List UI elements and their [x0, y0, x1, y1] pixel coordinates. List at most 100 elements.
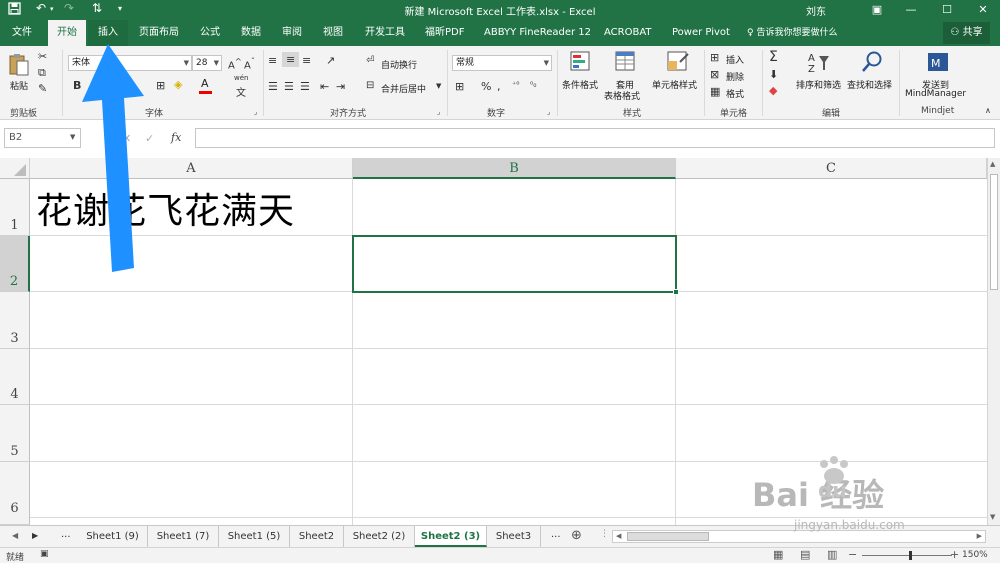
format-painter-icon[interactable]: ✎: [38, 82, 47, 95]
merge-center-button[interactable]: 合并后居中: [381, 82, 426, 95]
find-select-icon[interactable]: [860, 50, 884, 74]
conditional-format-button[interactable]: 条件格式: [562, 78, 598, 91]
select-all-corner[interactable]: [0, 158, 30, 179]
format-cells-button[interactable]: 格式: [726, 87, 744, 100]
align-middle-icon[interactable]: ≡: [282, 52, 300, 67]
row-header-6[interactable]: 6: [0, 462, 30, 525]
find-select-button[interactable]: 查找和选择: [847, 78, 892, 91]
fill-handle[interactable]: [673, 289, 679, 295]
mindmanager-icon[interactable]: M: [926, 50, 950, 74]
zoom-in-icon[interactable]: +: [950, 548, 959, 561]
conditional-format-icon[interactable]: [569, 50, 593, 74]
font-name-select[interactable]: 宋体 ▼: [68, 55, 192, 71]
delete-cells-button[interactable]: 删除: [726, 70, 744, 83]
align-top-icon[interactable]: ≡: [268, 54, 277, 67]
more-sheets-left[interactable]: ...: [61, 529, 71, 540]
paste-button[interactable]: 粘贴: [10, 79, 28, 92]
align-center-icon[interactable]: ☰: [284, 80, 294, 93]
format-cells-icon[interactable]: ▦: [710, 85, 720, 98]
sheet-tab[interactable]: Sheet1 (7): [148, 526, 219, 547]
maximize-icon[interactable]: ☐: [930, 0, 964, 20]
sort-filter-icon[interactable]: AZ: [807, 50, 831, 75]
tell-me-box[interactable]: ♀ 告诉我你想要做什么: [747, 20, 837, 46]
tab-view[interactable]: 视图: [323, 20, 343, 46]
column-header-b[interactable]: B: [353, 158, 676, 179]
tab-home[interactable]: 开始: [48, 20, 86, 46]
grow-font-icon[interactable]: A^: [228, 56, 242, 71]
formula-input[interactable]: [195, 128, 995, 148]
send-to-line2[interactable]: MindManager: [905, 89, 966, 99]
page-break-view-icon[interactable]: ▥: [827, 548, 837, 561]
cell-a1-text[interactable]: 花谢花飞花满天: [36, 182, 295, 234]
selected-cell-b2[interactable]: [352, 235, 677, 293]
percent-icon[interactable]: %: [481, 80, 491, 93]
tab-split-icon[interactable]: ⋮: [600, 529, 609, 539]
vertical-scrollbar[interactable]: ▲ ▼: [987, 158, 1000, 525]
clear-icon[interactable]: ◆: [769, 84, 777, 97]
sheet-tab-active[interactable]: Sheet2 (3): [415, 526, 487, 547]
tab-power-pivot[interactable]: Power Pivot: [672, 20, 730, 46]
tab-insert[interactable]: 插入: [88, 20, 128, 46]
wrap-text-button[interactable]: 自动换行: [381, 58, 417, 71]
scroll-up-icon[interactable]: ▲: [990, 160, 995, 168]
font-size-select[interactable]: 28 ▼: [192, 55, 222, 71]
tab-file[interactable]: 文件: [12, 20, 32, 46]
tab-data[interactable]: 数据: [241, 20, 261, 46]
align-left-icon[interactable]: ☰: [268, 80, 278, 93]
enter-icon[interactable]: ✓: [145, 132, 154, 145]
ribbon-display-icon[interactable]: ▣: [860, 0, 894, 20]
sheet-tab[interactable]: Sheet2 (2): [344, 526, 415, 547]
wrap-text-icon[interactable]: ⏎: [366, 55, 374, 66]
font-color-icon[interactable]: A: [201, 77, 209, 90]
sheet-tab[interactable]: Sheet2: [290, 526, 344, 547]
more-sheets-right[interactable]: ...: [551, 529, 561, 540]
zoom-slider[interactable]: [862, 555, 952, 556]
paste-icon[interactable]: [8, 52, 30, 78]
format-as-table-icon[interactable]: [614, 50, 638, 74]
share-button[interactable]: ⚇ 共享: [943, 22, 990, 44]
chevron-down-icon[interactable]: ▼: [436, 82, 441, 90]
tab-review[interactable]: 审阅: [282, 20, 302, 46]
row-header-2[interactable]: 2: [0, 236, 30, 292]
number-dialog-launcher-icon[interactable]: ⌟: [547, 108, 550, 116]
borders-icon[interactable]: ⊞: [156, 79, 165, 92]
cell-styles-button[interactable]: 单元格样式: [652, 78, 697, 91]
sheet-tab[interactable]: Sheet1 (9): [78, 526, 148, 547]
collapse-ribbon-icon[interactable]: ∧: [985, 106, 991, 115]
comma-style-icon[interactable]: ,: [497, 80, 501, 93]
column-header-c[interactable]: C: [676, 158, 987, 179]
normal-view-icon[interactable]: ▦: [773, 548, 783, 561]
user-name[interactable]: 刘东: [806, 3, 826, 18]
decrease-indent-icon[interactable]: ⇤: [320, 80, 329, 93]
autosum-icon[interactable]: Σ: [769, 49, 778, 65]
row-header-1[interactable]: 1: [0, 179, 30, 236]
font-dialog-launcher-icon[interactable]: ⌟: [254, 108, 257, 116]
accounting-format-icon[interactable]: ⊞: [455, 80, 464, 93]
increase-indent-icon[interactable]: ⇥: [336, 80, 345, 93]
tab-developer[interactable]: 开发工具: [365, 20, 405, 46]
fill-color-icon[interactable]: ◈: [174, 78, 182, 91]
decrease-decimal-icon[interactable]: ⁰₀: [530, 80, 536, 89]
tab-abbyy[interactable]: ABBYY FineReader 12: [484, 20, 591, 46]
fill-icon[interactable]: ⬇: [769, 68, 778, 81]
vertical-scroll-thumb[interactable]: [990, 174, 998, 290]
tab-page-layout[interactable]: 页面布局: [139, 20, 179, 46]
increase-decimal-icon[interactable]: ⁺⁰: [512, 80, 519, 89]
tab-foxit-pdf[interactable]: 福昕PDF: [425, 20, 464, 46]
insert-cells-button[interactable]: 插入: [726, 53, 744, 66]
scroll-down-icon[interactable]: ▼: [990, 513, 995, 521]
cancel-icon[interactable]: ✕: [122, 132, 131, 145]
cut-icon[interactable]: ✂: [38, 50, 47, 63]
sheet-tab[interactable]: Sheet1 (5): [219, 526, 290, 547]
tab-acrobat[interactable]: ACROBAT: [604, 20, 652, 46]
bold-icon[interactable]: B: [73, 79, 81, 92]
orientation-icon[interactable]: ↗: [326, 54, 335, 67]
prev-sheet-icon[interactable]: ◀: [12, 531, 18, 540]
zoom-level[interactable]: 150%: [962, 550, 988, 560]
align-right-icon[interactable]: ☰: [300, 80, 310, 93]
horizontal-scroll-thumb[interactable]: [627, 532, 709, 541]
add-sheet-icon[interactable]: ⊕: [571, 528, 582, 543]
minimize-icon[interactable]: —: [894, 0, 928, 20]
scroll-left-icon[interactable]: ◀: [616, 532, 621, 540]
merge-center-icon[interactable]: ⊟: [366, 80, 374, 91]
